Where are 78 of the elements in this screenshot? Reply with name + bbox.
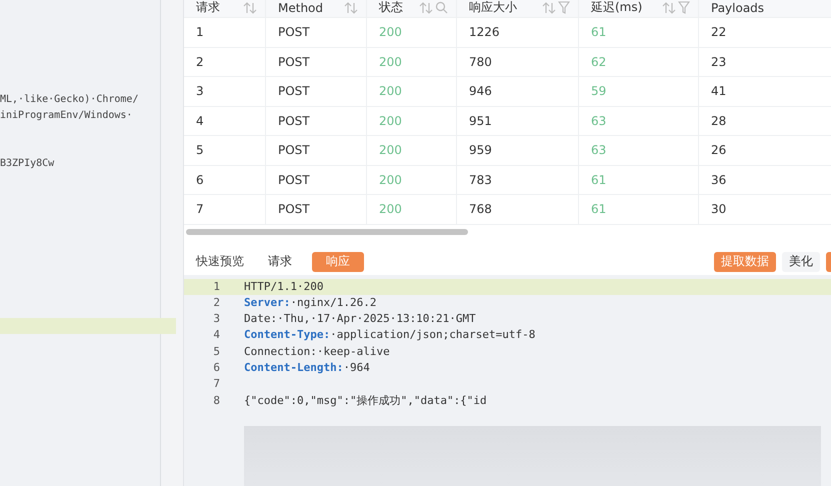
code-line: HTTP/1.1·200: [244, 278, 324, 294]
table-cell: 200: [367, 106, 457, 135]
table-cell: POST: [266, 77, 367, 106]
line-number: 4: [212, 327, 220, 344]
table-cell: 783: [457, 166, 579, 194]
table-cell-text: 41: [710, 83, 728, 100]
table-cell: POST: [266, 106, 367, 135]
table-cell: 946: [457, 77, 579, 106]
code-line: Date:·Thu,·17·Apr·2025·13:10:21·GMT: [244, 311, 476, 328]
table-cell: POST: [266, 166, 367, 194]
column-header[interactable]: Payloads: [711, 0, 764, 14]
table-cell: 4: [184, 106, 266, 135]
column-header[interactable]: 延迟(ms): [591, 0, 642, 16]
table-cell: 200: [367, 18, 457, 46]
line-number: 5: [212, 344, 220, 360]
table-cell-text: 28: [710, 112, 728, 130]
column-header[interactable]: 响应大小: [469, 0, 517, 16]
sort-icon[interactable]: [662, 2, 676, 14]
table-cell: 951: [457, 106, 579, 135]
column-header[interactable]: 状态: [379, 0, 403, 16]
table-cell-text: 26: [710, 142, 728, 160]
table-cell: 959: [457, 136, 579, 164]
code-line: Content-Length:·964: [244, 360, 370, 376]
code-line: B3ZPIy8Cw: [0, 158, 54, 169]
table-cell: 200: [367, 48, 457, 76]
code-line: ML,·like·Gecko)·Chrome/: [0, 94, 138, 105]
table-cell: 7: [184, 195, 266, 224]
code-line: {"code":0,"msg":"操作成功","data":{"id: [244, 392, 487, 409]
table-cell: 200: [367, 195, 457, 224]
column-header[interactable]: 请求: [196, 0, 220, 16]
table-cell: 61: [579, 195, 699, 224]
line-number: 8: [212, 392, 220, 409]
table-cell-text: 23: [710, 54, 728, 71]
table-cell: 1226: [457, 18, 579, 46]
table-cell: 200: [367, 136, 457, 164]
preview-label: 快速预览: [196, 253, 244, 270]
code-line: Content-Type:·application/json;charset=utf-8: [244, 327, 536, 344]
sort-icon[interactable]: [419, 2, 433, 14]
table-cell: POST: [266, 136, 367, 164]
table-cell: 63: [579, 106, 699, 135]
code-line: Server:·nginx/1.26.2: [244, 294, 376, 311]
table-cell: 62: [579, 48, 699, 76]
table-cell: 200: [367, 166, 457, 194]
table-cell: 61: [579, 18, 699, 46]
table-cell: 2: [184, 48, 266, 76]
line-number: 7: [212, 376, 220, 392]
table-cell: POST: [266, 195, 367, 224]
line-number: 2: [212, 294, 220, 311]
line-number: 6: [212, 360, 220, 376]
scrollbar-thumb[interactable]: [186, 228, 468, 234]
table-cell: 768: [457, 195, 579, 224]
table-cell: 780: [457, 48, 579, 76]
column-header[interactable]: Method: [278, 0, 324, 14]
table-cell: POST: [266, 18, 367, 46]
line-number: 1: [212, 278, 220, 294]
table-cell: 1: [184, 18, 266, 46]
filter-icon[interactable]: [678, 1, 690, 14]
table-cell-text: 36: [710, 172, 728, 189]
line-number: 3: [212, 311, 220, 328]
action-button[interactable]: 美化: [782, 252, 820, 272]
table-cell: 59: [579, 77, 699, 106]
code-line: Connection:·keep-alive: [244, 344, 390, 360]
table-cell-text: 30: [710, 201, 728, 218]
filter-icon[interactable]: [558, 1, 570, 14]
table-cell: 3: [184, 77, 266, 106]
search-icon[interactable]: [435, 1, 448, 14]
table-cell-text: 22: [710, 24, 728, 42]
sort-icon[interactable]: [344, 2, 358, 14]
button-edge[interactable]: [826, 252, 831, 272]
table-cell: 61: [579, 166, 699, 194]
table-cell: 6: [184, 166, 266, 194]
table-cell: 5: [184, 136, 266, 164]
sort-icon[interactable]: [542, 2, 556, 14]
code-line: iniProgramEnv/Windows·: [0, 110, 132, 121]
table-cell: 200: [367, 77, 457, 106]
table-cell: 63: [579, 136, 699, 164]
table-cell: POST: [266, 48, 367, 76]
sort-icon[interactable]: [243, 2, 257, 14]
